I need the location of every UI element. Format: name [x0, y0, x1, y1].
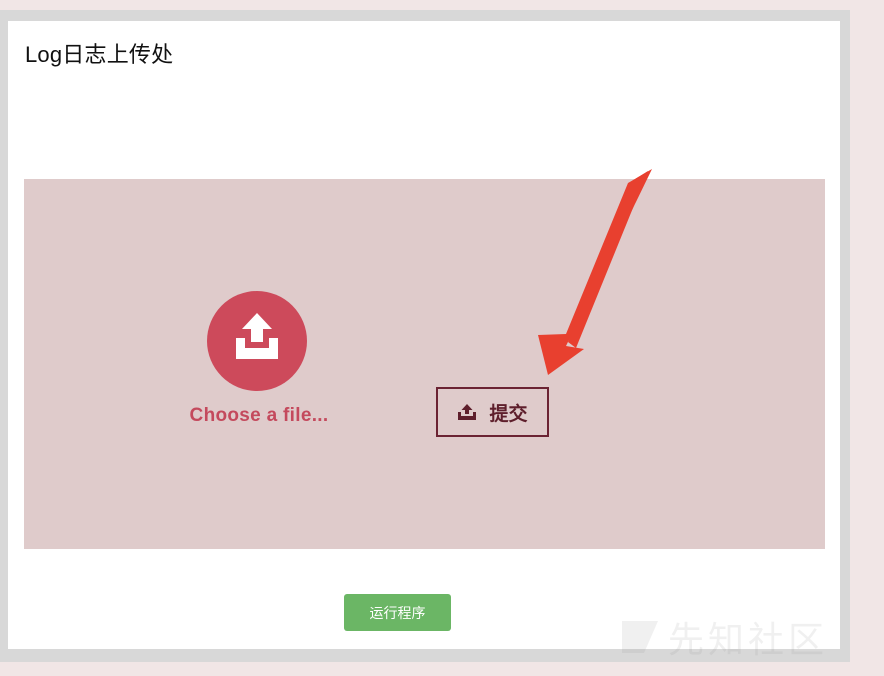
submit-button[interactable]: 提交 [436, 387, 549, 437]
watermark-logo-icon [622, 621, 658, 653]
choose-file-label[interactable]: Choose a file... [184, 405, 334, 427]
submit-label: 提交 [489, 403, 528, 425]
run-program-button[interactable]: 运行程序 [344, 594, 451, 631]
page-title: Log日志上传处 [25, 42, 174, 67]
watermark-text: 先知社区 [668, 620, 829, 661]
watermark: 先知社区 [618, 612, 858, 662]
upload-panel: Log日志上传处 Choose a file... 提交 运行程序 [8, 21, 840, 649]
file-dropzone[interactable]: Choose a file... 提交 [24, 179, 825, 549]
upload-tray-icon [236, 313, 278, 359]
choose-file-button[interactable] [207, 291, 307, 391]
upload-icon [458, 404, 477, 420]
